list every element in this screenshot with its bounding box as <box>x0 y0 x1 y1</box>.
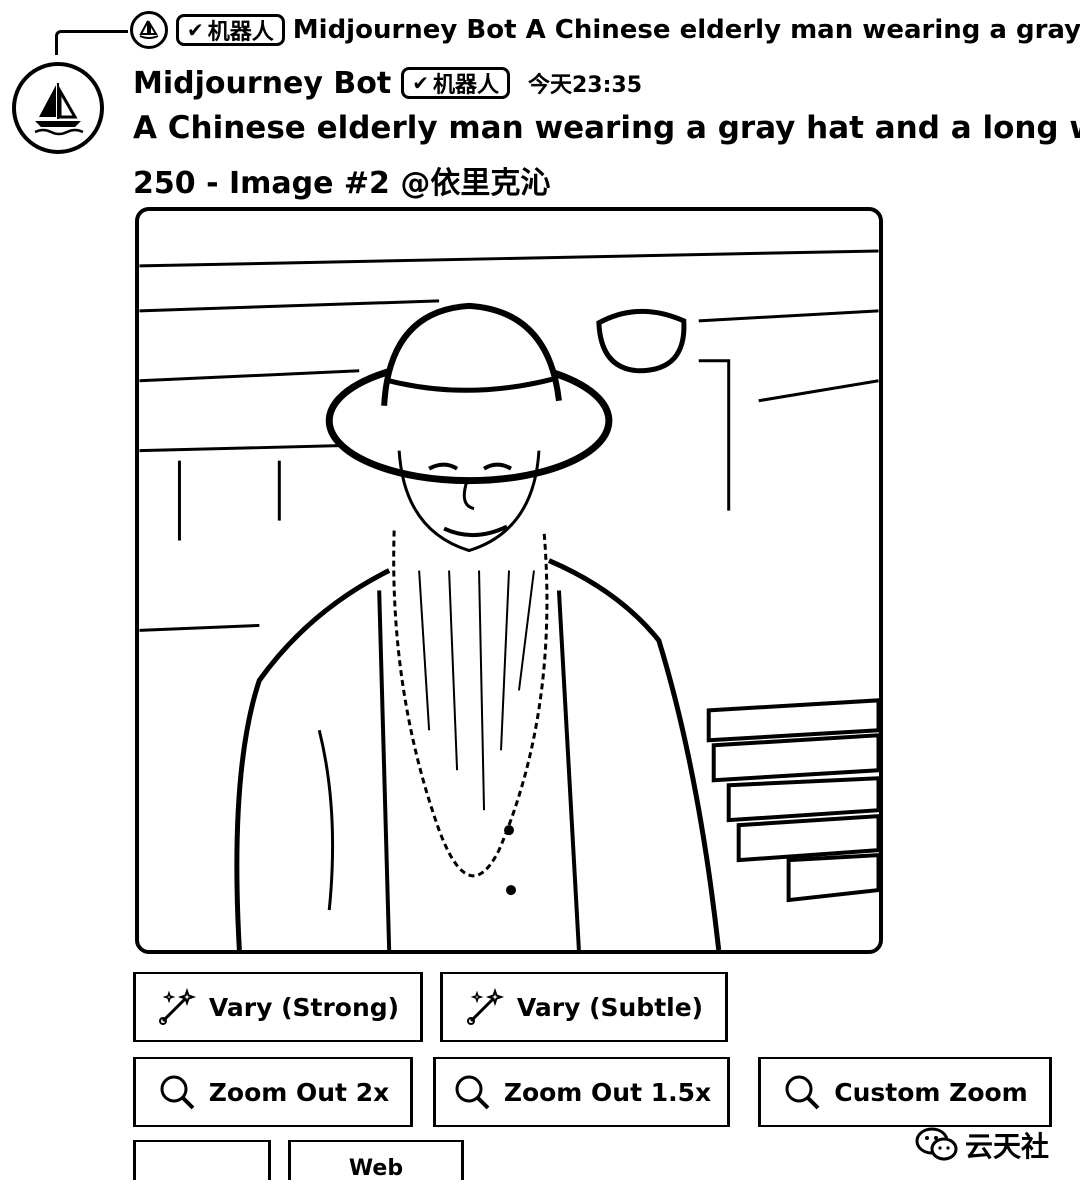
reply-bot-badge-label: 机器人 <box>207 20 274 45</box>
generated-image-art <box>139 249 879 950</box>
partial-web-label: Web <box>348 1156 404 1180</box>
message-header: Midjourney Bot ✔ 机器人 今天23:35 <box>133 62 642 104</box>
reply-avatar-sailboat-icon[interactable] <box>130 11 168 49</box>
magic-wand-icon <box>158 987 197 1025</box>
vary-subtle-label: Vary (Subtle) <box>516 992 704 1022</box>
custom-zoom-label: Custom Zoom <box>834 1077 1028 1107</box>
watermark-text: 云天社 <box>965 1130 1050 1163</box>
discord-message-view: ✔ 机器人 Midjourney Bot A Chinese elderly m… <box>0 0 1080 1193</box>
wechat-icon <box>915 1127 958 1161</box>
watermark: 云天社 <box>915 1125 1049 1165</box>
bot-avatar-sailboat-icon[interactable] <box>12 62 104 154</box>
bot-badge-label: 机器人 <box>432 73 499 98</box>
username[interactable]: Midjourney Bot <box>133 66 391 101</box>
reply-connector <box>55 30 128 55</box>
check-icon: ✔ <box>412 71 429 95</box>
bot-badge: ✔ 机器人 <box>401 67 510 99</box>
partial-button-1[interactable] <box>133 1140 271 1180</box>
vary-strong-label: Vary (Strong) <box>208 992 400 1022</box>
magic-wand-icon <box>466 987 505 1025</box>
reply-text[interactable]: Midjourney Bot A Chinese elderly man wea… <box>293 15 1080 45</box>
custom-zoom-button[interactable]: Custom Zoom <box>758 1057 1052 1127</box>
magnifier-icon <box>160 1075 195 1110</box>
prompt-meta: 250 - Image #2 @依里克沁 <box>133 166 551 201</box>
magnifier-icon <box>785 1075 820 1110</box>
vary-subtle-button[interactable]: Vary (Subtle) <box>440 972 728 1042</box>
generated-image[interactable] <box>135 207 883 954</box>
partial-web-button[interactable]: Web <box>288 1140 464 1180</box>
check-icon: ✔ <box>187 18 204 42</box>
zoom-out-2x-label: Zoom Out 2x <box>208 1077 390 1107</box>
zoom-out-1-5x-button[interactable]: Zoom Out 1.5x <box>433 1057 730 1127</box>
reply-bot-badge: ✔ 机器人 <box>176 14 285 46</box>
prompt-text: A Chinese elderly man wearing a gray hat… <box>133 110 1080 146</box>
reply-reference[interactable]: ✔ 机器人 Midjourney Bot A Chinese elderly m… <box>130 10 1080 50</box>
zoom-out-2x-button[interactable]: Zoom Out 2x <box>133 1057 413 1127</box>
zoom-out-1-5x-label: Zoom Out 1.5x <box>503 1077 712 1107</box>
timestamp: 今天23:35 <box>527 73 642 98</box>
vary-strong-button[interactable]: Vary (Strong) <box>133 972 423 1042</box>
magnifier-icon <box>455 1075 490 1110</box>
